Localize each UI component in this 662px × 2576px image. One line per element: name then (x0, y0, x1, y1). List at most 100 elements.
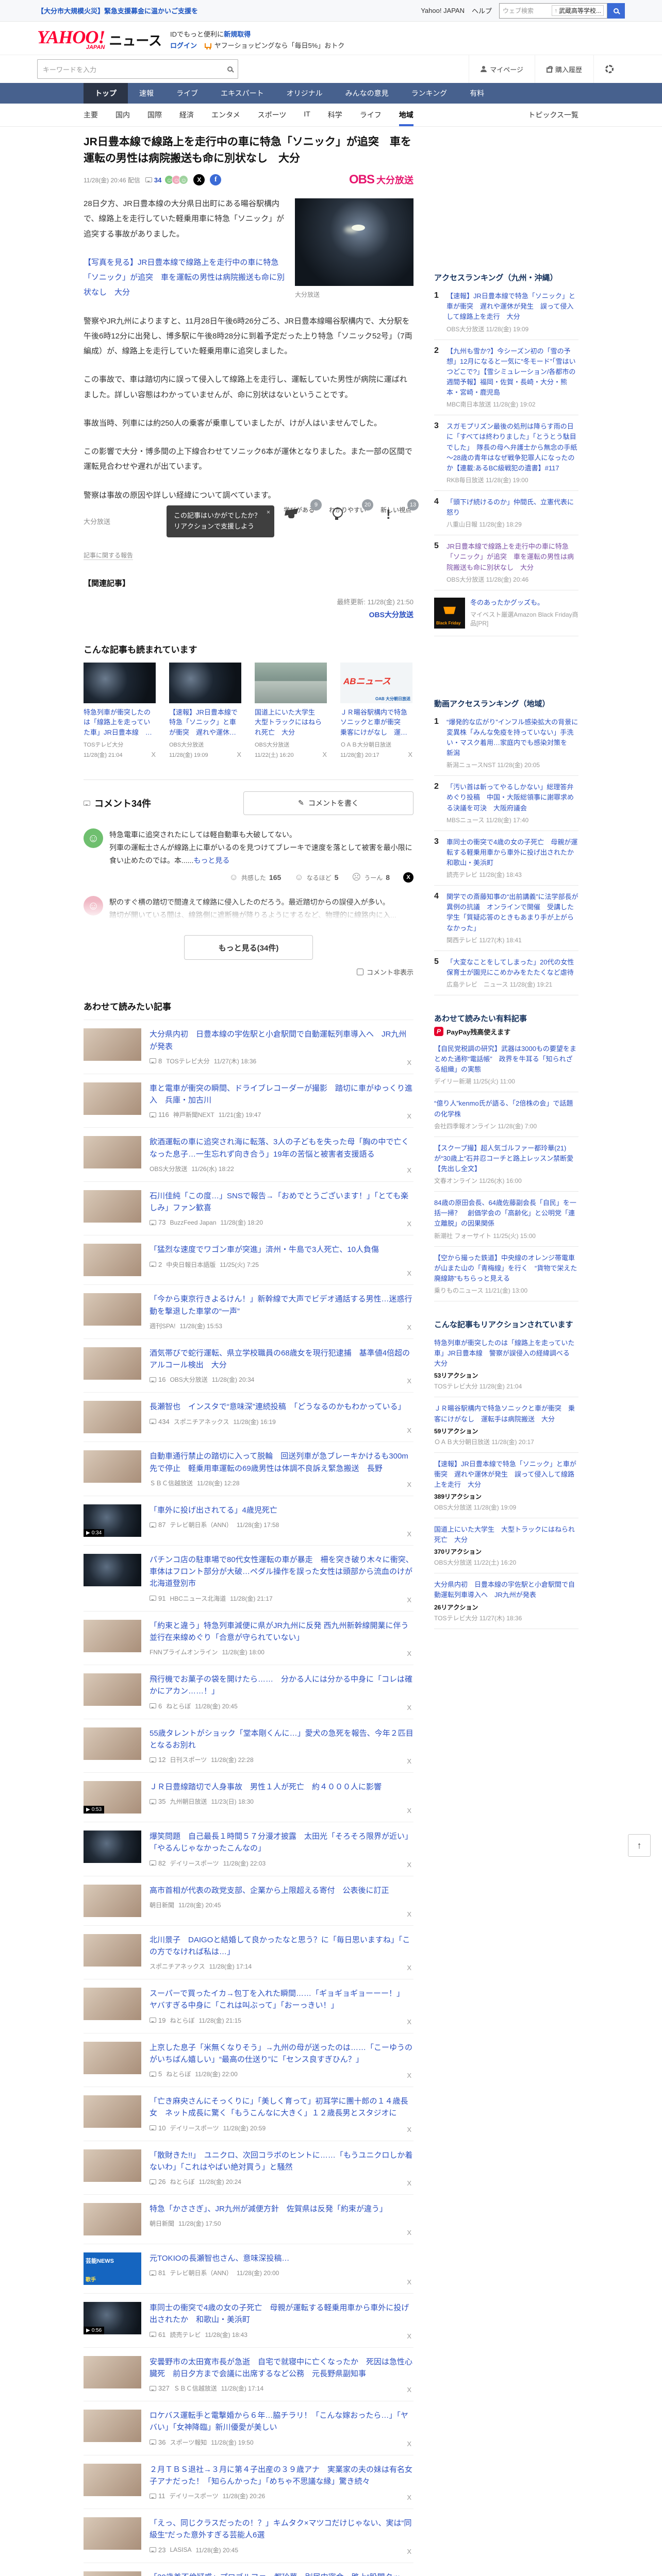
share-x-icon[interactable]: X (151, 751, 156, 759)
ranking-item-link[interactable]: JR日豊本線で線路上を走行中の車に特急「ソニック」が追突 車を運転の男性は病院搬… (446, 541, 578, 572)
article-source[interactable]: 神戸新聞NEXT (173, 1110, 214, 1119)
keyword-search-input[interactable]: キーワードを入力 (37, 59, 238, 79)
article-source[interactable]: テレビ朝日系（ANN） (170, 2268, 232, 2277)
share-x-icon[interactable]: X (407, 1377, 411, 1385)
article-link[interactable]: 【空から撮った鉄道】中央線のオレンジ帯電車が山また山の「青梅線」を行く “貨物で… (434, 1253, 578, 1284)
share-x-icon[interactable]: X (407, 1807, 411, 1815)
article-source[interactable]: デイリースポーツ (170, 1859, 219, 1868)
article-list-item[interactable]: 「猛烈な速度でワゴン車が突進」済州・牛島で3人死亡、10人負傷 2 中央日報日本… (84, 1235, 413, 1285)
article-source[interactable]: OBS大分放送 (150, 1164, 187, 1173)
share-x-icon[interactable]: X (237, 751, 241, 759)
share-x-icon[interactable]: X (407, 1964, 411, 1972)
subnav-item[interactable]: ライフ (360, 104, 399, 126)
article-list-item[interactable]: 「今から東京行きよるけん！」新幹線で大声でビデオ通話する男性…迷惑行動を撃退した… (84, 1285, 413, 1339)
article-title-link[interactable]: 車同士の衝突で4歳の女の子死亡 母親が運転する軽乗用車から車外に投げ出されたか … (150, 2302, 413, 2326)
comment-count[interactable]: 73 (150, 1218, 166, 1226)
article-link[interactable]: “億り人”kenmo氏が語る、「2倍株の会」で話題の化学株 (434, 1098, 578, 1119)
article-title-link[interactable]: 「猛烈な速度でワゴン車が突進」済州・牛島で3人死亡、10人負傷 (150, 1244, 413, 1256)
article-title-link[interactable]: 自動車通行禁止の踏切に入って脱輪 回送列車が急ブレーキかけるも300m先で停止 … (150, 1450, 413, 1475)
subnav-item[interactable]: 国内 (115, 104, 147, 126)
article-source[interactable]: ねとらぼ (166, 2070, 191, 2078)
article-title-link[interactable]: 車と電車が衝突の瞬間、ドライブレコーダーが撮影 踏切に車がゆっくり進入 兵庫・加… (150, 1082, 413, 1107)
article-list-item[interactable]: ２月ＴＢＳ退社→３月に第４子出産の３９歳アナ 実業家の夫の妹は有名女子アナだった… (84, 2455, 413, 2510)
share-x-icon[interactable]: X (407, 1861, 411, 1869)
yahoo-japan-link[interactable]: Yahoo! JAPAN (421, 7, 465, 14)
article-source[interactable]: 読売テレビ (170, 2330, 201, 2339)
paid-article-item[interactable]: 【スクープ撮】超人気ゴルファー都玲華(21)が“30歳上”石井忍コーチと路上レッ… (434, 1137, 578, 1192)
nav-tab[interactable]: みんなの意見 (334, 83, 400, 104)
comment-count[interactable]: 12 (150, 1756, 166, 1764)
article-title-link[interactable]: 特急「かささぎ」、JR九州が減便方針 佐賀県は反発「約束が違う」 (150, 2203, 413, 2215)
donation-notice-link[interactable]: 【大分市大規模火災】緊急支援募金に温かいご支援を (37, 6, 198, 15)
ranking-item[interactable]: JR日豊本線で線路上を走行中の車に特急「ソニック」が追突 車を運転の男性は病院搬… (434, 535, 578, 590)
article-list-item[interactable]: ▶ 0:34 「車外に投げ出されてる」4歳児死亡 87 テレビ朝日系（ANN） 1… (84, 1496, 413, 1546)
subnav-item[interactable]: 国際 (147, 104, 179, 126)
article-card[interactable]: 【速報】JR日豊本線で特急「ソニック」と車が衝突 遅れや運休が発生 誤って侵入し… (169, 662, 241, 759)
article-title-link[interactable]: パチンコ店の駐車場で80代女性運転の車が暴走 柵を突き破り木々に衝突、車体はフロ… (150, 1554, 420, 1590)
video-ranking-item[interactable]: 車同士の衝突で4歳の女の子死亡 母親が運転する軽乗用車から車外に投げ出されたか … (434, 831, 581, 886)
article-link[interactable]: 【自民党税調の研究】武器は3000もの要望をまとめた通称“電話帳” 政界を牛耳る… (434, 1044, 578, 1075)
article-title-link[interactable]: 石川佳純「この度…」SNSで報告→「おめでとうございます！」「とても楽しみ」ファ… (150, 1190, 413, 1214)
article-list-item[interactable]: ロケバス運転手と電撃婚から６年…脇チラリ！「こんな嫁おったら…」「ヤバい」「女神… (84, 2401, 413, 2455)
share-x-icon[interactable]: X (407, 1269, 411, 1277)
article-list-item[interactable]: 55歳タレントがショック「堂本剛くんに…」愛犬の急死を報告、今年２匹目となるお別… (84, 1719, 413, 1773)
article-title-link[interactable]: 「今から東京行きよるけん！」新幹線で大声でビデオ通話する男性…迷惑行動を撃退した… (150, 1293, 413, 1317)
commenter-avatar[interactable]: ☺ (84, 828, 103, 848)
article-source[interactable]: BuzzFeed Japan (170, 1219, 216, 1226)
card-title-link[interactable]: 国道上にいた大学生 大型トラックにはねられ死亡 大分 (255, 707, 327, 737)
video-ranking-item[interactable]: 「汚い首は斬ってやるしかない」総理答弁めぐり投稿 中国・大阪総領事に謝罪求める決… (434, 776, 578, 831)
article-photo[interactable] (295, 198, 413, 286)
ranking-item[interactable]: スガモプリズン最後の処刑は降らす雨の日に「すべては終わりました」「とうとう駄目で… (434, 415, 578, 492)
isee-button[interactable]: ☺ なるほど 5 (294, 872, 338, 883)
comment-count[interactable]: 327 (150, 2384, 170, 2392)
share-x-icon[interactable]: X (407, 1112, 411, 1120)
article-source[interactable]: FNNプライムオンライン (150, 1648, 218, 1656)
article-list-item[interactable]: 大分県内初 日豊本線の宇佐駅と小倉駅間で自動運転列車導入へ JR九州が発表 8 … (84, 1020, 413, 1074)
comment-count[interactable]: 2 (150, 1261, 162, 1268)
article-list-item[interactable]: 「約束と違う」特急列車減便に県がJR九州に反発 西九州新幹線開業に伴う並行在来線… (84, 1612, 413, 1666)
comment-count[interactable]: 87 (150, 1521, 166, 1529)
article-list-item[interactable]: パチンコ店の駐車場で80代女性運転の車が暴走 柵を突き破り木々に衝突、車体はフロ… (84, 1546, 420, 1612)
share-x-icon[interactable]: X (407, 1481, 411, 1488)
article-source[interactable]: スポニチアネックス (150, 1962, 205, 1971)
article-title-link[interactable]: ロケバス運転手と電撃婚から６年…脇チラリ！「こんな嫁おったら…」「ヤバい」「女神… (150, 2410, 413, 2434)
reaction-clear-button[interactable]: 20 わかりやすい (329, 499, 373, 514)
article-link[interactable]: 特急列車が衝突したのは「線路上を走っていた車」JR日豊本線 警察が誤侵入の経緯調… (434, 1338, 578, 1369)
subnav-item[interactable]: 地域 (399, 104, 431, 127)
article-list-item[interactable]: 「亡き麻央さんにそっくりに」「美しく育って」初耳学に團十郎の１４歳長女 ネット成… (84, 2087, 413, 2141)
article-list-item[interactable]: 「散財きた!!」 ユニクロ、次回コラボのヒントに……「もうユニクロしか着ないわ」… (84, 2141, 413, 2195)
hide-comments-checkbox[interactable] (356, 969, 363, 976)
purchase-history-link[interactable]: 購入履歴 (534, 55, 593, 83)
ranking-item[interactable]: 「頭下げ続けるのか」仲間氏、立憲代表に怒り 八重山日報 11/28(金) 18:… (434, 491, 578, 536)
share-x-icon[interactable]: X (407, 2278, 411, 2286)
subnav-item[interactable]: エンタメ (211, 104, 258, 126)
mypage-link[interactable]: マイページ (469, 55, 535, 83)
nav-tab[interactable]: ライブ (165, 83, 209, 104)
article-title-link[interactable]: ＪＲ日豊線踏切で人身事故 男性１人が死亡 約４０００人に影響 (150, 1781, 413, 1793)
subnav-item[interactable]: 科学 (328, 104, 360, 126)
comment-count[interactable]: 16 (150, 1376, 166, 1383)
comment-more-link[interactable]: もっと見る (193, 856, 229, 865)
report-article-link[interactable]: 記事に関する報告 (84, 551, 134, 560)
article-source[interactable]: ＳＢＣ信越放送 (150, 1479, 193, 1487)
topics-list-link[interactable]: トピックス一覧 (528, 110, 578, 120)
article-source[interactable]: TOSテレビ大分 (166, 1057, 209, 1065)
article-list-item[interactable]: 高市首相が代表の政党支部、企業から上限超える寄付 公表後に訂正 朝日新聞 11/… (84, 1876, 413, 1926)
write-comment-button[interactable]: ✎ コメントを書く (243, 791, 413, 815)
ranking-item-link[interactable]: 「汚い首は斬ってやるしかない」総理答弁めぐり投稿 中国・大阪総領事に謝罪求める決… (446, 782, 578, 813)
card-title-link[interactable]: 特急列車が衝突したのは「線路上を走っていた車」JR日豊本線 警察が誤侵入の経緯調… (84, 707, 156, 737)
share-x-icon[interactable]: X (407, 1757, 411, 1765)
article-source[interactable]: OBS大分放送 (170, 1375, 207, 1384)
reaction-learn-button[interactable]: 9 学びがある (284, 499, 322, 514)
article-list-item[interactable]: 特急「かささぎ」、JR九州が減便方針 佐賀県は反発「約束が違う」 朝日新聞 11… (84, 2195, 413, 2245)
comment-count[interactable]: 5 (150, 2070, 162, 2078)
article-list-item[interactable]: ▶ 0:53 ＪＲ日豊線踏切で人身事故 男性１人が死亡 約４０００人に影響 35 … (84, 1773, 413, 1823)
article-title-link[interactable]: 55歳タレントがショック「堂本剛くんに…」愛犬の急死を報告、今年２匹目となるお別… (150, 1727, 413, 1752)
article-title-link[interactable]: 飲酒運転の車に追突され海に転落、3人の子どもを失った母「胸の中で亡くなった息子…… (150, 1136, 413, 1160)
paid-article-item[interactable]: 【自民党税調の研究】武器は3000もの要望をまとめた通称“電話帳” 政界を牛耳る… (434, 1038, 578, 1093)
article-title-link[interactable]: 「30歳差不倫疑惑」プロゴルファー都玲華 別居中密会・路上“股間タッチ”に専門家… (150, 2571, 413, 2576)
share-x-icon[interactable]: X (407, 1910, 411, 1918)
share-x-icon[interactable]: X (407, 1650, 411, 1657)
article-list-item[interactable]: スーパーで買ったイカ→包丁を入れた瞬間……「ギョギョギョーーー！」 ヤバすぎる中… (84, 1979, 413, 2033)
hide-comments-toggle[interactable]: コメント非表示 (84, 967, 413, 977)
